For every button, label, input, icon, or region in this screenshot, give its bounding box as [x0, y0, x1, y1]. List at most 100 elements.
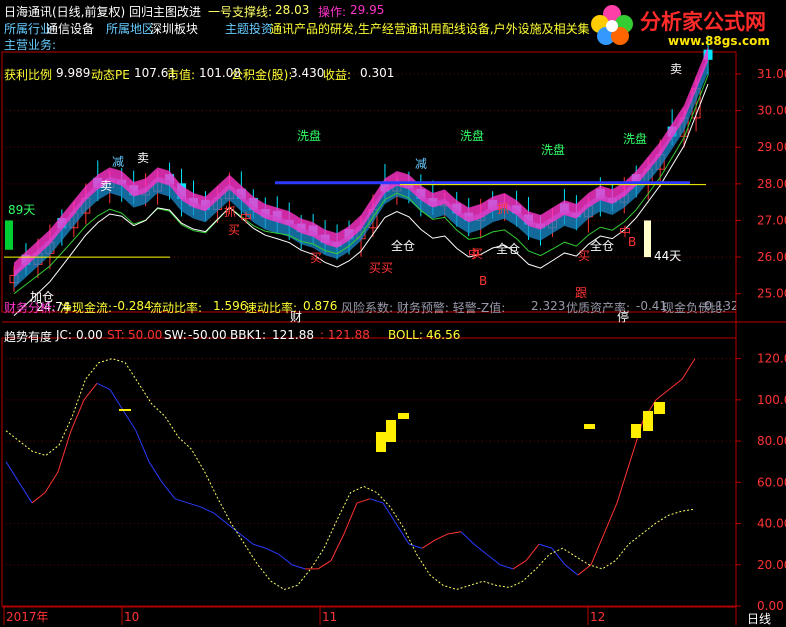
bbk-value: 121.88 [272, 328, 314, 342]
jc-series-segment [31, 492, 46, 504]
jc-series-segment [226, 523, 241, 535]
jc-series-segment [317, 560, 332, 570]
marker-reduce1: 减 [112, 155, 124, 169]
jc-series-segment [161, 481, 176, 500]
signal-block [631, 424, 641, 438]
bbk2-value: : 121.88 [320, 328, 370, 342]
jc-series-segment [486, 554, 501, 566]
jc-series-segment [681, 358, 696, 380]
jc-series-segment [499, 564, 514, 570]
marker-days44: 44天 [654, 249, 681, 263]
jc-series-segment [577, 564, 592, 576]
marker-buy5: 买 [578, 249, 590, 263]
boll-value: 46.56 [426, 328, 461, 342]
income-value: 0.301 [360, 66, 395, 80]
st-label: ST: [107, 328, 125, 342]
signal-block [386, 420, 396, 442]
jc-series-segment [434, 533, 449, 541]
marker-follow: 跟 [575, 286, 587, 300]
marker-days89: 89天 [8, 203, 35, 217]
jc-series-segment [603, 502, 618, 535]
marker-grab2: 抓 [497, 202, 509, 216]
marker-full2: 全仓 [496, 241, 520, 256]
sw-value: -50.00 [188, 328, 227, 342]
jc-series-segment [460, 531, 475, 545]
boll-label: BOLL: [388, 328, 423, 342]
signal-block [398, 413, 409, 419]
liquidity-value: 1.596 [213, 299, 248, 313]
marker-buy2: 买 [310, 251, 322, 265]
main-y-tick-label: 30.00 [757, 104, 786, 118]
signal-block [119, 409, 131, 411]
profit-ratio-label: 获利比例 [4, 68, 53, 82]
fund-value: 3.430 [290, 66, 325, 80]
jc-series-segment [265, 547, 280, 555]
jc-series-segment [83, 383, 98, 401]
fund-label: 公积金(股): [231, 68, 293, 82]
jc-series-segment [473, 543, 488, 555]
finance-label: 财务分析: [4, 301, 57, 315]
theme-label: 主题投资 [225, 22, 274, 36]
jc-series-segment [187, 502, 202, 508]
chart-title: 日海通讯(日线,前复权) 回归主图改进 [4, 5, 201, 19]
jc-series-segment [343, 502, 358, 535]
marker-sell2: 卖 [137, 151, 149, 165]
cash-value: -0.284 [113, 299, 152, 313]
quick-label: 速动比率: [245, 301, 298, 315]
signal-block [654, 402, 665, 414]
x-tick-label: 11 [322, 610, 337, 624]
bbk-label: BBK1: [230, 328, 267, 342]
jc-series-segment [538, 543, 553, 549]
jc-series-segment [668, 378, 683, 390]
marker-wash3: 洗盘 [541, 142, 565, 157]
jc-series-segment [590, 533, 605, 565]
jc-series-segment [18, 482, 33, 504]
marker-buy3: 买买 [369, 261, 393, 275]
jc-series-segment [369, 498, 384, 504]
main-y-tick-label: 25.00 [757, 287, 786, 301]
x-tick-label: 12 [590, 610, 605, 624]
jc-label: JC: [56, 328, 72, 342]
period-label[interactable]: 日线 [747, 610, 771, 627]
main-y-tick-label: 28.00 [757, 177, 786, 191]
debt-value: -0.132 [700, 299, 736, 313]
jc-series-segment [551, 547, 566, 566]
jc-series-segment [200, 506, 215, 514]
jc-series-segment [564, 564, 579, 576]
x-tick-label: 2017年 [6, 610, 49, 624]
marker-full1: 全仓 [391, 238, 415, 253]
days89-bar [5, 220, 13, 250]
operation-label: 操作: [318, 5, 347, 19]
st-value: 50.00 [128, 328, 163, 342]
jc-value: 0.00 [76, 328, 103, 342]
business-label: 主营业务: [4, 38, 57, 52]
marker-wash4: 洗盘 [623, 131, 647, 146]
watermark-name: 分析家公式网 [640, 10, 766, 34]
boll-series-line [5, 358, 696, 591]
signal-block [376, 432, 386, 452]
risk-value: 2.323 [531, 299, 566, 313]
marker-wash1: 洗盘 [297, 128, 321, 143]
marker-b2: B [628, 235, 636, 249]
marker-full3: 全仓 [590, 238, 614, 253]
jc-series-segment [408, 543, 423, 549]
flower-icon [591, 5, 633, 45]
jc-series-segment [5, 461, 20, 483]
marker-b1: B [479, 274, 487, 288]
income-label: 收益: [323, 68, 352, 82]
jc-series-segment [421, 539, 436, 549]
region-value: 深圳板块 [150, 22, 199, 36]
region-label: 所属地区 [106, 22, 155, 36]
marker-wash2: 洗盘 [460, 128, 484, 143]
support-value: 28.03 [275, 3, 310, 17]
sub-title: 趋势有度 [4, 330, 53, 344]
signal-block [643, 411, 653, 431]
main-y-tick-label: 27.00 [757, 213, 786, 227]
jc-series-segment [291, 564, 306, 570]
marker-mid1: 中 [240, 210, 252, 225]
operation-value: 29.95 [350, 3, 385, 17]
sw-label: SW: [164, 328, 187, 342]
jc-series-segment [213, 512, 228, 524]
jc-series-segment [278, 554, 293, 566]
watermark-logo: 分析家公式网 www.88gs.com [588, 2, 786, 52]
